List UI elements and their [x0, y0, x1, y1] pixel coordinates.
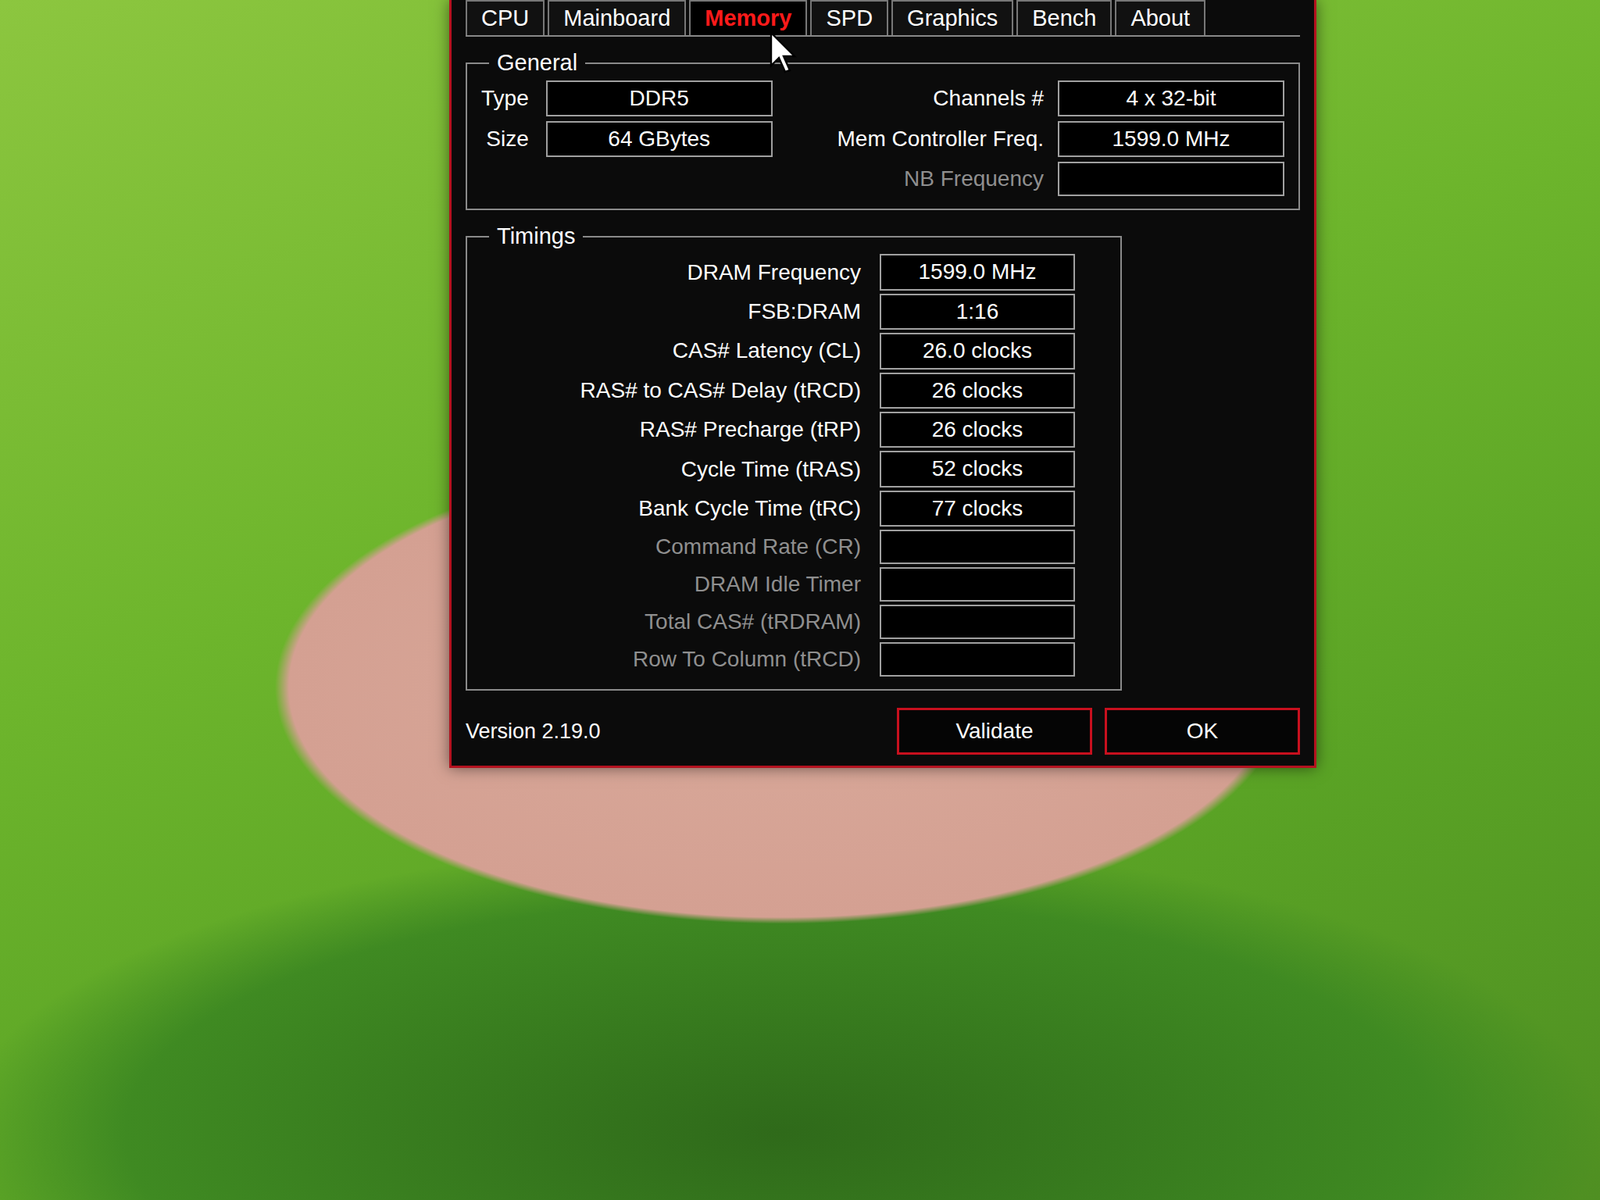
timing-label: RAS# to CAS# Delay (tRCD) [481, 374, 861, 408]
timing-label: Row To Column (tRCD) [481, 642, 861, 676]
value-box: 4 x 32-bit [1057, 80, 1285, 117]
timing-label: Bank Cycle Time (tRC) [481, 492, 861, 525]
tab[interactable]: SPD [810, 0, 889, 36]
timing-label: DRAM Frequency [481, 256, 861, 290]
tab[interactable]: Graphics [891, 0, 1014, 36]
version-label: Version 2.19.0 [465, 715, 601, 748]
value-box: 1:16 [879, 293, 1075, 330]
value-box [879, 604, 1075, 640]
tab-bar: CPUMainboardMemorySPDGraphicsBenchAbout [465, 0, 1300, 37]
tab[interactable]: CPU [465, 0, 545, 36]
value-box: DDR5 [546, 80, 773, 117]
cpuz-window: CPUMainboardMemorySPDGraphicsBenchAboutG… [449, 0, 1317, 768]
field-label: NB Frequency [836, 162, 1044, 196]
dialog-button[interactable]: OK [1104, 707, 1300, 755]
tab[interactable]: Bench [1016, 0, 1112, 36]
value-box: 1599.0 MHz [1057, 121, 1285, 158]
value-box [1057, 161, 1285, 197]
timing-label: RAS# Precharge (tRP) [481, 413, 861, 447]
timing-label: Total CAS# (tRDRAM) [481, 605, 861, 639]
timing-label: CAS# Latency (CL) [481, 334, 861, 368]
field-label: Mem Controller Freq. [836, 122, 1044, 156]
timing-label: DRAM Idle Timer [481, 567, 861, 601]
value-box: 64 GBytes [546, 121, 773, 158]
group-title: Timings [489, 224, 583, 250]
tab[interactable]: Memory [689, 0, 808, 36]
field-label: Type [481, 82, 529, 115]
tab[interactable]: Mainboard [547, 0, 686, 36]
general-body: Type DDR5 Size 64 GBytes Channels # 4 x 32-bi… [481, 80, 1285, 197]
value-box: 52 clocks [879, 450, 1075, 487]
timings-body: DRAM Frequency 1599.0 MHz FSB:DRAM 1:16 CAS#… [481, 253, 1107, 677]
group-title: General [489, 50, 586, 76]
timing-label: Cycle Time (tRAS) [481, 453, 861, 486]
value-box [879, 642, 1075, 677]
value-box: 1599.0 MHz [879, 253, 1075, 290]
tab[interactable]: About [1114, 0, 1206, 36]
field-label: Size [481, 122, 529, 156]
dialog-button[interactable]: Validate [896, 707, 1093, 755]
footer: Version 2.19.0 ValidateOK [465, 707, 1300, 755]
desktop-wallpaper: CPUMainboardMemorySPDGraphicsBenchAboutG… [0, 0, 1600, 1200]
value-box: 26 clocks [879, 411, 1075, 448]
value-box: 26 clocks [879, 372, 1075, 409]
general-right: Channels # 4 x 32-bit Mem Controller Freq.… [836, 80, 1285, 197]
timing-label: Command Rate (CR) [481, 530, 861, 564]
value-box [879, 567, 1075, 602]
general-group: General Type DDR5 Size 64 GBytes Channels # 4 … [465, 50, 1300, 211]
value-box: 77 clocks [879, 490, 1075, 527]
cursor-icon [769, 31, 798, 75]
timings-group: Timings DRAM Frequency 1599.0 MHz FSB:DRAM 1… [465, 224, 1122, 691]
timing-label: FSB:DRAM [481, 295, 861, 329]
button-row: ValidateOK [896, 707, 1300, 755]
general-left: Type DDR5 Size 64 GBytes [481, 80, 773, 158]
value-box: 26.0 clocks [879, 332, 1075, 369]
value-box [879, 529, 1075, 565]
field-label: Channels # [836, 82, 1044, 115]
